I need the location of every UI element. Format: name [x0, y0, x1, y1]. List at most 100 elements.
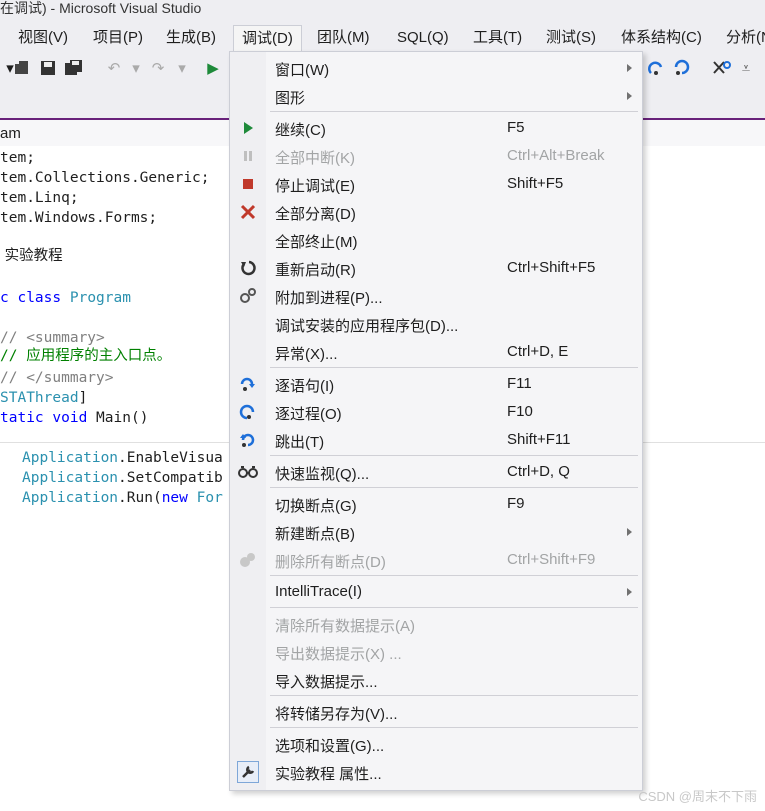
menu-item-label: 图形 — [275, 90, 306, 107]
menu-item-shortcut: Ctrl+Shift+F9 — [507, 551, 596, 568]
open-file-icon[interactable] — [12, 58, 32, 78]
code-token: // </summary> — [0, 370, 114, 386]
delete-breakpoints-icon — [236, 550, 260, 570]
menu-item-0[interactable]: 视图(V) — [10, 25, 76, 51]
menu-item-label: IntelliTrace(I) — [275, 583, 362, 600]
play-icon — [236, 118, 260, 138]
window-title: 在调试) - Microsoft Visual Studio — [0, 0, 202, 16]
debug-menu-item-4[interactable]: 停止调试(E) Shift+F5 — [230, 170, 642, 198]
menu-separator — [270, 367, 638, 368]
code-line[interactable]: tem.Windows.Forms; — [0, 208, 157, 228]
code-token: class — [17, 290, 70, 306]
code-line[interactable]: // </summary> — [0, 368, 114, 388]
code-line[interactable]: tatic void Main() — [0, 408, 148, 428]
code-line[interactable]: // <summary> — [0, 328, 105, 348]
submenu-arrow-icon — [627, 588, 632, 596]
debug-menu-item-23[interactable]: 选项和设置(G)... — [230, 730, 642, 758]
debug-menu-item-16[interactable]: 新建断点(B) — [230, 518, 642, 546]
menu-item-label: 附加到进程(P)... — [275, 290, 383, 307]
code-line[interactable]: tem.Linq; — [0, 188, 79, 208]
debug-menu-item-21[interactable]: 导入数据提示... — [230, 666, 642, 694]
redo-dropdown-icon[interactable]: ▾ — [172, 58, 192, 78]
toolbar-step-over-icon[interactable] — [646, 58, 666, 78]
code-token: Program — [69, 290, 131, 306]
menu-item-9[interactable]: 分析(N — [718, 25, 765, 51]
toolbar-overflow-icon[interactable]: ⩡ — [736, 58, 756, 78]
debug-menu-item-10[interactable]: 异常(X)... Ctrl+D, E — [230, 338, 642, 366]
code-line[interactable]: c class Program — [0, 288, 131, 308]
debug-menu-item-7[interactable]: 重新启动(R) Ctrl+Shift+F5 — [230, 254, 642, 282]
menu-item-label: 逐语句(I) — [275, 378, 335, 395]
step-into-icon — [236, 374, 260, 394]
save-all-icon[interactable] — [64, 58, 84, 78]
debug-menu-item-1[interactable]: 图形 — [230, 82, 642, 110]
menu-item-label: 异常(X)... — [275, 346, 338, 363]
debug-menu-item-6[interactable]: 全部终止(M) — [230, 226, 642, 254]
debug-menu-item-9[interactable]: 调试安装的应用程序包(D)... — [230, 310, 642, 338]
debug-menu-item-12[interactable]: 逐过程(O) F10 — [230, 398, 642, 426]
step-over-icon — [236, 402, 260, 422]
code-line[interactable]: Application.EnableVisua — [22, 448, 223, 468]
code-token: Application — [22, 450, 119, 466]
code-token: .EnableVisua — [118, 450, 223, 466]
toolbar-step-out-icon[interactable] — [672, 58, 692, 78]
start-debug-icon[interactable]: ▶ — [203, 58, 223, 78]
debug-menu-item-2[interactable]: 继续(C) F5 — [230, 114, 642, 142]
code-token: 实验教程 — [0, 248, 63, 264]
menu-separator — [270, 575, 638, 576]
code-token: // <summary> — [0, 330, 105, 346]
menu-item-shortcut: Shift+F5 — [507, 175, 564, 192]
code-line[interactable]: tem.Collections.Generic; — [0, 168, 210, 188]
menu-separator — [270, 487, 638, 488]
menu-item-6[interactable]: 工具(T) — [465, 25, 530, 51]
menu-item-1[interactable]: 项目(P) — [85, 25, 151, 51]
menu-item-2[interactable]: 生成(B) — [158, 25, 224, 51]
debug-menu-item-14[interactable]: 快速监视(Q)... Ctrl+D, Q — [230, 458, 642, 486]
debug-menu-item-24[interactable]: 实验教程 属性... — [230, 758, 642, 786]
debug-menu-item-13[interactable]: 跳出(T) Shift+F11 — [230, 426, 642, 454]
menu-separator — [270, 111, 638, 112]
code-token: c — [0, 290, 18, 306]
menu-item-label: 导出数据提示(X) ... — [275, 646, 402, 663]
code-line[interactable]: Application.SetCompatib — [22, 468, 223, 488]
redo-icon[interactable]: ↷ — [148, 58, 168, 78]
code-token: Application — [22, 470, 119, 486]
debug-menu-item-15[interactable]: 切换断点(G) F9 — [230, 490, 642, 518]
menu-bar: 视图(V) 项目(P) 生成(B) 调试(D) 团队(M) SQL(Q) 工具(T) 测试(S… — [0, 25, 765, 53]
undo-dropdown-icon[interactable]: ▾ — [126, 58, 146, 78]
document-tab-label[interactable]: am — [0, 125, 21, 142]
code-line[interactable]: tem; — [0, 148, 35, 168]
code-line[interactable]: STAThread] — [0, 388, 87, 408]
menu-item-7[interactable]: 测试(S) — [538, 25, 604, 51]
menu-item-label: 导入数据提示... — [275, 674, 378, 691]
code-line[interactable]: Application.Run(new For — [22, 488, 223, 508]
menu-item-3[interactable]: 调试(D) — [233, 25, 302, 53]
debug-menu-item-3: 全部中断(K) Ctrl+Alt+Break — [230, 142, 642, 170]
submenu-arrow-icon — [627, 528, 632, 536]
menu-item-label: 继续(C) — [275, 122, 326, 139]
menu-item-label: 切换断点(G) — [275, 498, 357, 515]
menu-item-8[interactable]: 体系结构(C) — [613, 25, 710, 51]
debug-menu-item-20: 导出数据提示(X) ... — [230, 638, 642, 666]
debug-menu-item-5[interactable]: 全部分离(D) — [230, 198, 642, 226]
toolbar-tool-icon[interactable] — [712, 58, 732, 78]
code-line[interactable]: 实验教程 — [0, 246, 63, 266]
menu-item-shortcut: F5 — [507, 119, 525, 136]
code-line[interactable]: // 应用程序的主入口点。 — [0, 346, 171, 366]
code-token: Application — [22, 490, 119, 506]
debug-menu-item-22[interactable]: 将转储另存为(V)... — [230, 698, 642, 726]
debug-menu-item-8[interactable]: 附加到进程(P)... — [230, 282, 642, 310]
menu-item-4[interactable]: 团队(M) — [309, 25, 378, 51]
undo-icon[interactable]: ↶ — [104, 58, 124, 78]
save-icon[interactable] — [38, 58, 58, 78]
restart-icon — [236, 258, 260, 278]
debug-menu-dropdown: 窗口(W) 图形继续(C) F5 全部中断(K) Ctrl+Alt+Break 停止调试(… — [229, 51, 643, 791]
menu-separator — [270, 607, 638, 608]
menu-item-5[interactable]: SQL(Q) — [389, 25, 457, 51]
debug-menu-item-18[interactable]: IntelliTrace(I) — [230, 578, 642, 606]
code-token: tatic — [0, 410, 53, 426]
code-token: STAThread — [0, 390, 79, 406]
debug-menu-item-0[interactable]: 窗口(W) — [230, 54, 642, 82]
menu-item-label: 窗口(W) — [275, 62, 330, 79]
debug-menu-item-11[interactable]: 逐语句(I) F11 — [230, 370, 642, 398]
